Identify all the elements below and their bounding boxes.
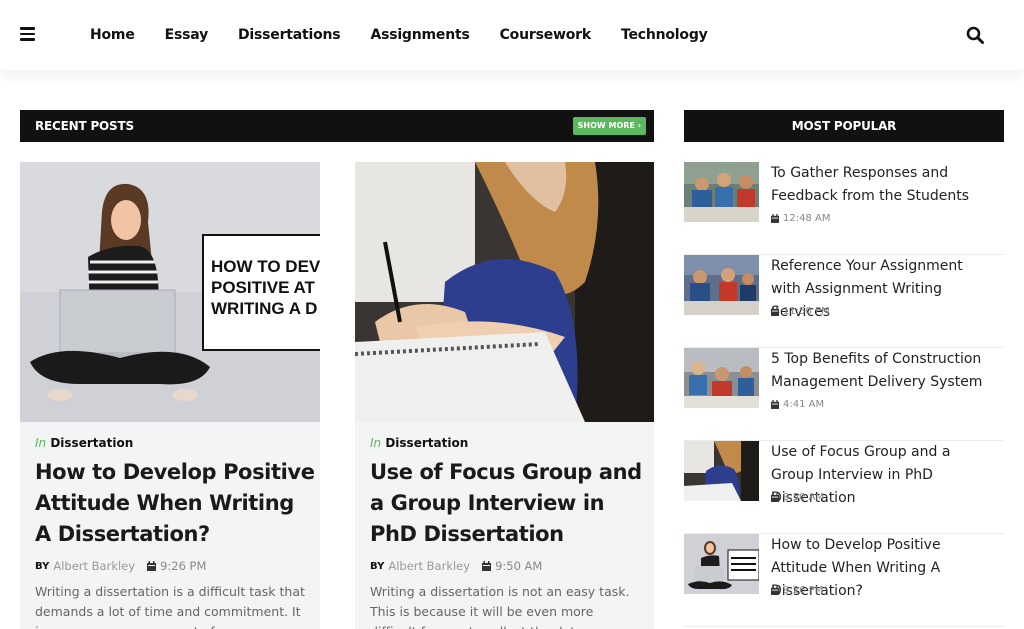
top-navigation-bar: Home Essay Dissertations Assignments Cou…	[0, 0, 1024, 70]
popular-thumbnail[interactable]	[684, 348, 759, 408]
popular-meta: 11:50 PM	[771, 306, 830, 317]
nav-dissertations[interactable]: Dissertations	[238, 27, 341, 43]
hamburger-menu-icon[interactable]	[20, 27, 35, 41]
popular-thumbnail[interactable]	[684, 162, 759, 222]
post-meta: BY Albert Barkley 9:50 AM	[370, 559, 542, 573]
recent-posts-title: RECENT POSTS	[35, 119, 134, 133]
author-link[interactable]: Albert Barkley	[53, 559, 135, 573]
popular-time: 11:50 PM	[783, 306, 830, 317]
calendar-icon	[147, 561, 157, 571]
nav-assignments[interactable]: Assignments	[370, 27, 469, 43]
svg-text:HOW TO DEV: HOW TO DEV	[211, 257, 320, 276]
calendar-icon	[771, 586, 779, 595]
popular-item: How to Develop Positive Attitude When Wr…	[684, 534, 1004, 627]
nav-coursework[interactable]: Coursework	[500, 27, 592, 43]
post-category: In Dissertation	[370, 436, 468, 450]
svg-text:POSITIVE AT: POSITIVE AT	[211, 278, 316, 297]
post-meta: BY Albert Barkley 9:26 PM	[35, 559, 206, 573]
nav-technology[interactable]: Technology	[621, 27, 708, 43]
popular-title[interactable]: 5 Top Benefits of Construction Managemen…	[771, 348, 996, 394]
nav-essay[interactable]: Essay	[165, 27, 209, 43]
popular-item: To Gather Responses and Feedback from th…	[684, 162, 1004, 255]
popular-title[interactable]: To Gather Responses and Feedback from th…	[771, 162, 996, 208]
search-icon[interactable]	[966, 26, 984, 44]
post-card: In Dissertation Use of Focus Group and a…	[355, 162, 654, 629]
popular-meta: 12:48 AM	[771, 213, 830, 224]
calendar-icon	[771, 214, 779, 223]
most-popular-header: MOST POPULAR	[684, 110, 1004, 142]
popular-thumbnail[interactable]	[684, 534, 759, 594]
calendar-icon	[771, 307, 779, 316]
calendar-icon	[771, 400, 779, 409]
popular-thumbnail[interactable]	[684, 255, 759, 315]
popular-item: 5 Top Benefits of Construction Managemen…	[684, 348, 1004, 441]
popular-item: Reference Your Assignment with Assignmen…	[684, 255, 1004, 348]
by-label: BY	[35, 560, 50, 572]
category-prefix: In	[370, 436, 382, 450]
category-link[interactable]: Dissertation	[50, 436, 133, 450]
post-time: 9:50 AM	[495, 559, 543, 573]
by-label: BY	[370, 560, 385, 572]
popular-meta: 9:50 AM	[771, 492, 824, 503]
post-title[interactable]: Use of Focus Group and a Group Interview…	[370, 457, 650, 550]
popular-time: 9:50 AM	[783, 492, 825, 503]
post-card: HOW TO DEV POSITIVE AT WRITING A D In Di…	[20, 162, 320, 629]
category-link[interactable]: Dissertation	[385, 436, 468, 450]
calendar-icon	[771, 493, 779, 502]
show-more-button[interactable]: SHOW MORE ›	[572, 117, 646, 135]
nav-home[interactable]: Home	[90, 27, 135, 43]
category-prefix: In	[35, 436, 47, 450]
main-nav: Home Essay Dissertations Assignments Cou…	[90, 0, 738, 70]
post-image-woman-laptop[interactable]: HOW TO DEV POSITIVE AT WRITING A D	[20, 162, 320, 422]
post-time: 9:26 PM	[160, 559, 207, 573]
recent-posts-header: RECENT POSTS SHOW MORE ›	[20, 110, 654, 142]
popular-time: 12:48 AM	[783, 213, 831, 224]
post-title[interactable]: How to Develop Positive Attitude When Wr…	[35, 457, 315, 550]
post-category: In Dissertation	[35, 436, 133, 450]
calendar-icon	[482, 561, 492, 571]
popular-time: 9:26 PM	[783, 585, 824, 596]
popular-meta: 9:26 PM	[771, 585, 823, 596]
post-image-focus-group[interactable]	[355, 162, 654, 422]
post-excerpt: Writing a dissertation is not an easy ta…	[370, 584, 630, 629]
popular-meta: 4:41 AM	[771, 399, 824, 410]
svg-text:WRITING A D: WRITING A D	[211, 299, 317, 318]
popular-item: Use of Focus Group and a Group Interview…	[684, 441, 1004, 534]
author-link[interactable]: Albert Barkley	[388, 559, 470, 573]
popular-time: 4:41 AM	[783, 399, 825, 410]
popular-thumbnail[interactable]	[684, 441, 759, 501]
most-popular-title: MOST POPULAR	[791, 119, 897, 133]
post-excerpt: Writing a dissertation is a difficult ta…	[35, 584, 305, 629]
